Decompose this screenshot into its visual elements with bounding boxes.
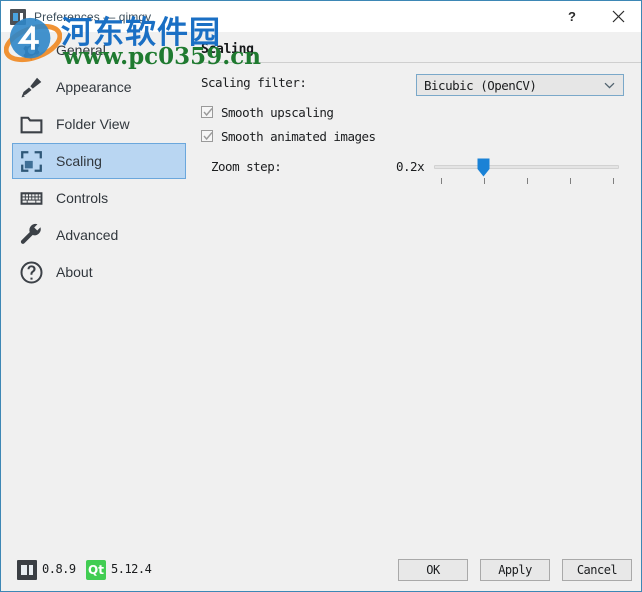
app-version: 0.8.9 <box>42 562 76 576</box>
smooth-animated-checkbox[interactable] <box>201 130 213 142</box>
sidebar-item-controls[interactable]: Controls <box>12 180 186 216</box>
slider-tick <box>440 178 442 184</box>
scaling-filter-value: Bicubic (OpenCV) <box>424 77 537 93</box>
smooth-animated-label: Smooth animated images <box>221 128 376 144</box>
close-icon <box>612 10 624 23</box>
sidebar: General Appearance Folder View Scaling C… <box>2 32 196 550</box>
question-circle-icon <box>18 259 44 285</box>
zoom-step-slider[interactable] <box>434 156 619 188</box>
settings-pane: Scaling Scaling filter: Bicubic (OpenCV)… <box>196 32 641 550</box>
qt-badge: Qt <box>86 560 106 580</box>
slider-groove <box>434 165 619 169</box>
sidebar-item-folder-view[interactable]: Folder View <box>12 106 186 142</box>
zoom-step-value: 0.2x <box>396 159 425 174</box>
close-button[interactable] <box>595 1 641 32</box>
slider-handle[interactable] <box>477 158 490 177</box>
scaling-filter-select[interactable]: Bicubic (OpenCV) <box>416 74 624 96</box>
preferences-window: Preferences — qimgv ? General Appearance… <box>0 0 642 592</box>
smooth-upscaling-label: Smooth upscaling <box>221 104 334 120</box>
slider-ticks <box>434 178 619 184</box>
scaling-filter-label: Scaling filter: <box>201 75 307 90</box>
cancel-button[interactable]: Cancel <box>562 559 632 581</box>
sidebar-item-scaling[interactable]: Scaling <box>12 143 186 179</box>
smooth-upscaling-row[interactable]: Smooth upscaling <box>201 103 334 121</box>
dialog-buttons: OK Apply Cancel <box>398 559 632 581</box>
sidebar-item-about[interactable]: About <box>12 254 186 290</box>
slider-tick <box>612 178 614 184</box>
qimgv-logo-icon <box>17 560 37 580</box>
slider-tick <box>483 178 485 184</box>
smooth-animated-row[interactable]: Smooth animated images <box>201 127 376 145</box>
ok-button[interactable]: OK <box>398 559 468 581</box>
sidebar-item-label: Controls <box>56 190 109 206</box>
sidebar-item-general[interactable]: General <box>12 32 186 68</box>
apply-button[interactable]: Apply <box>480 559 550 581</box>
title-divider <box>196 62 641 63</box>
qt-version: 5.12.4 <box>111 562 152 576</box>
sidebar-item-label: General <box>56 42 106 58</box>
zoom-step-label: Zoom step: <box>211 159 282 174</box>
zoom-step-row: Zoom step: 0.2x <box>201 156 631 196</box>
wrench-icon <box>18 222 44 248</box>
chevron-down-icon <box>604 82 615 89</box>
sidebar-item-label: Advanced <box>56 227 119 243</box>
sidebar-item-label: Appearance <box>56 79 132 95</box>
help-button[interactable]: ? <box>549 1 595 32</box>
sidebar-item-appearance[interactable]: Appearance <box>12 69 186 105</box>
brush-icon <box>18 74 44 100</box>
smooth-upscaling-checkbox[interactable] <box>201 106 213 118</box>
sidebar-item-label: Scaling <box>56 153 102 169</box>
page-title: Scaling <box>201 42 254 57</box>
app-icon <box>10 8 26 25</box>
sidebar-item-advanced[interactable]: Advanced <box>12 217 186 253</box>
check-icon <box>203 108 213 117</box>
slider-tick <box>569 178 571 184</box>
scaling-icon <box>18 148 44 174</box>
keyboard-icon <box>18 185 44 211</box>
sidebar-item-label: About <box>56 264 93 280</box>
check-icon <box>203 132 213 141</box>
scaling-filter-row: Scaling filter: Bicubic (OpenCV) <box>201 74 631 98</box>
gear-icon <box>18 37 44 63</box>
folder-icon <box>18 111 44 137</box>
window-controls: ? <box>549 1 641 32</box>
slider-tick <box>526 178 528 184</box>
sidebar-item-label: Folder View <box>56 116 130 132</box>
window-title: Preferences — qimgv <box>34 9 152 24</box>
title-bar: Preferences — qimgv ? <box>1 1 641 32</box>
status-bar: 0.8.9 Qt 5.12.4 OK Apply Cancel <box>2 550 641 591</box>
